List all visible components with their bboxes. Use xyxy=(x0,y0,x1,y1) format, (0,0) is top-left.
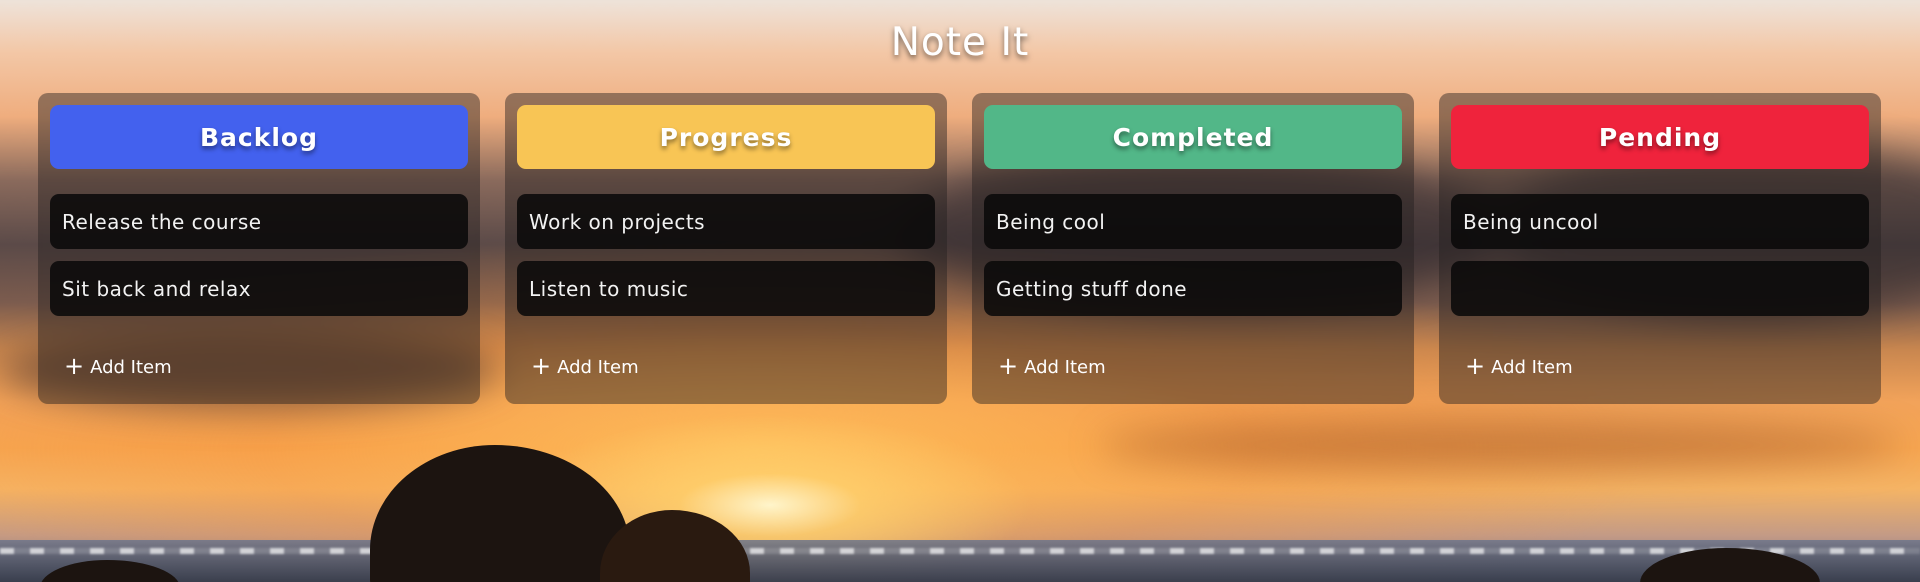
column-completed: Completed Being cool Getting stuff done … xyxy=(972,93,1414,404)
list-item[interactable]: Being cool xyxy=(984,194,1402,249)
cloud-decoration xyxy=(1100,420,1900,470)
plus-icon: + xyxy=(531,351,552,380)
column-progress: Progress Work on projects Listen to musi… xyxy=(505,93,947,404)
column-header: Progress xyxy=(517,105,935,169)
sea-background xyxy=(0,540,1920,582)
list-item[interactable]: Sit back and relax xyxy=(50,261,468,316)
list-item[interactable]: Listen to music xyxy=(517,261,935,316)
column-items: Work on projects Listen to music xyxy=(517,194,935,316)
add-item-label: Add Item xyxy=(1491,357,1573,378)
add-item-button[interactable]: + Add Item xyxy=(64,351,172,380)
add-item-label: Add Item xyxy=(90,357,172,378)
app-title: Note It xyxy=(890,20,1030,65)
sea-foam xyxy=(0,548,1920,554)
column-backlog: Backlog Release the course Sit back and … xyxy=(38,93,480,404)
column-items: Release the course Sit back and relax xyxy=(50,194,468,316)
column-pending: Pending Being uncool + Add Item xyxy=(1439,93,1881,404)
plus-icon: + xyxy=(998,351,1019,380)
column-header: Pending xyxy=(1451,105,1869,169)
column-header: Completed xyxy=(984,105,1402,169)
column-items: Being uncool xyxy=(1451,194,1869,316)
add-item-button[interactable]: + Add Item xyxy=(998,351,1106,380)
add-item-button[interactable]: + Add Item xyxy=(531,351,639,380)
list-item[interactable]: Release the course xyxy=(50,194,468,249)
column-items: Being cool Getting stuff done xyxy=(984,194,1402,316)
plus-icon: + xyxy=(64,351,85,380)
list-item[interactable]: Work on projects xyxy=(517,194,935,249)
plus-icon: + xyxy=(1465,351,1486,380)
add-item-button[interactable]: + Add Item xyxy=(1465,351,1573,380)
add-item-label: Add Item xyxy=(1024,357,1106,378)
list-item[interactable] xyxy=(1451,261,1869,316)
app-root: Note It Backlog Release the course Sit b… xyxy=(0,0,1920,404)
add-item-label: Add Item xyxy=(557,357,639,378)
list-item[interactable]: Getting stuff done xyxy=(984,261,1402,316)
column-header: Backlog xyxy=(50,105,468,169)
rock-decoration xyxy=(370,445,630,582)
kanban-board: Backlog Release the course Sit back and … xyxy=(38,93,1881,404)
list-item[interactable]: Being uncool xyxy=(1451,194,1869,249)
